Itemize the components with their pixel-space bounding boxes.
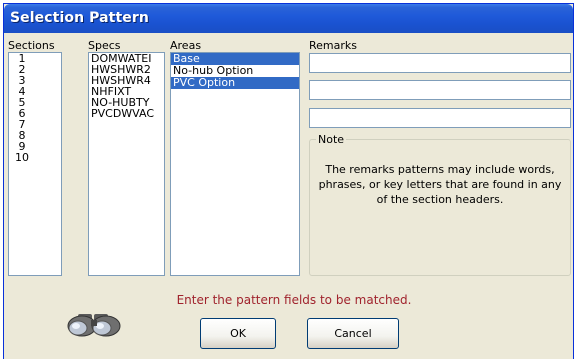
ok-button[interactable]: OK — [200, 318, 276, 349]
section-item[interactable]: 9 — [9, 141, 35, 152]
spec-item[interactable]: DOMWATEI — [89, 53, 164, 64]
note-group: Note The remarks patterns may include wo… — [309, 133, 571, 276]
specs-listbox[interactable]: DOMWATEI HWSHWR2 HWSHWR4 NHFIXT NO-HUBTY PVCD… — [88, 52, 165, 276]
title-bar[interactable]: Selection Pattern — [4, 4, 573, 33]
status-message: Enter the pattern fields to be matched. — [176, 293, 412, 307]
remarks-label: Remarks — [309, 39, 357, 52]
spec-item[interactable]: PVCDWVAC — [89, 108, 164, 119]
spec-item[interactable]: HWSHWR4 — [89, 75, 164, 86]
remarks-field-3[interactable] — [309, 108, 571, 128]
areas-listbox[interactable]: Base No-hub Option PVC Option — [170, 52, 300, 276]
selection-pattern-dialog: Selection Pattern Sections Specs Areas R… — [3, 3, 574, 359]
section-item[interactable]: 8 — [9, 130, 35, 141]
remarks-field-1[interactable] — [309, 53, 571, 73]
section-item[interactable]: 1 — [9, 53, 35, 64]
note-text: The remarks patterns may include words, … — [318, 163, 562, 206]
section-item[interactable]: 10 — [9, 152, 35, 163]
sections-listbox[interactable]: 1 2 3 4 5 6 7 8 9 10 — [8, 52, 62, 276]
section-item[interactable]: 6 — [9, 108, 35, 119]
areas-label: Areas — [170, 39, 202, 52]
window-title: Selection Pattern — [10, 10, 149, 26]
specs-label: Specs — [88, 39, 121, 52]
area-item[interactable]: Base — [171, 53, 299, 65]
spec-item[interactable]: NO-HUBTY — [89, 97, 164, 108]
spec-item[interactable]: NHFIXT — [89, 86, 164, 97]
cancel-button[interactable]: Cancel — [307, 318, 399, 349]
area-item[interactable]: PVC Option — [171, 77, 299, 89]
binoculars-icon — [64, 308, 124, 343]
sections-label: Sections — [8, 39, 55, 52]
remarks-field-2[interactable] — [309, 80, 571, 100]
note-legend: Note — [316, 133, 347, 146]
section-item[interactable]: 4 — [9, 86, 35, 97]
section-item[interactable]: 2 — [9, 64, 35, 75]
spec-item[interactable]: HWSHWR2 — [89, 64, 164, 75]
section-item[interactable]: 7 — [9, 119, 35, 130]
section-item[interactable]: 3 — [9, 75, 35, 86]
area-item[interactable]: No-hub Option — [171, 65, 299, 77]
section-item[interactable]: 5 — [9, 97, 35, 108]
